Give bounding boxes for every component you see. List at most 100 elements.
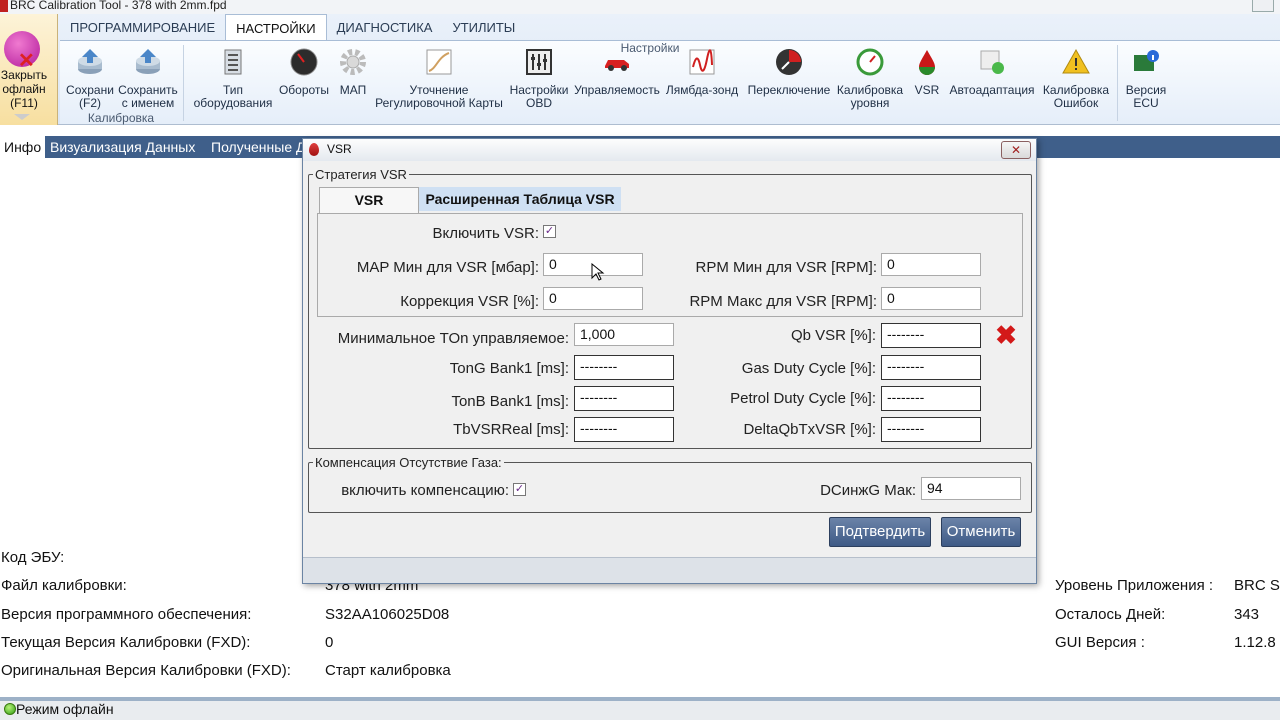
gui-version-value: 1.12.8 bbox=[1234, 634, 1276, 651]
obd-settings-button[interactable]: Настройки OBD bbox=[506, 47, 572, 110]
save-button-label: Сохрани (F2) bbox=[66, 83, 114, 110]
tab-info[interactable]: Инфо bbox=[0, 136, 46, 158]
current-fxd-value: 0 bbox=[325, 634, 334, 651]
gas-duty-readout: -------- bbox=[881, 355, 981, 380]
equipment-type-button[interactable]: Тип оборудования bbox=[190, 47, 276, 110]
ribbon-tabs: ПРОГРАММИРОВАНИЕ НАСТРОЙКИ ДИАГНОСТИКА У… bbox=[60, 14, 525, 40]
group-label-settings: Настройки bbox=[620, 41, 680, 55]
enable-vsr-checkbox[interactable]: ✓ bbox=[543, 225, 556, 238]
vsr-correction-label: Коррекция VSR [%]: bbox=[400, 293, 539, 310]
tbvsr-real-readout: -------- bbox=[574, 417, 674, 442]
original-fxd-value: Старт калибровка bbox=[325, 662, 451, 679]
save-as-button[interactable]: Сохранить с именем bbox=[116, 47, 180, 110]
enable-vsr-label: Включить VSR: bbox=[432, 225, 539, 242]
min-ton-input[interactable]: 1,000 bbox=[574, 323, 674, 346]
maximize-button[interactable] bbox=[1252, 0, 1274, 12]
rpm-max-label: RPM Макс для VSR [RPM]: bbox=[689, 293, 877, 310]
gas-compensation-legend: Компенсация Отсутствие Газа: bbox=[315, 455, 502, 470]
autoadaptation-label: Автоадаптация bbox=[949, 83, 1035, 97]
app-level-value: BRC S bbox=[1234, 577, 1280, 594]
equipment-type-label: Тип оборудования bbox=[193, 83, 273, 110]
tab-settings[interactable]: НАСТРОЙКИ bbox=[225, 14, 327, 40]
petrol-duty-label: Petrol Duty Cycle [%]: bbox=[730, 390, 876, 407]
cancel-button[interactable]: Отменить bbox=[941, 517, 1021, 547]
window-title: BRC Calibration Tool - 378 with 2mm.fpd bbox=[10, 0, 227, 12]
save-icon bbox=[78, 49, 102, 74]
app-level-label: Уровень Приложения : bbox=[1055, 577, 1214, 594]
ribbon: ПРОГРАММИРОВАНИЕ НАСТРОЙКИ ДИАГНОСТИКА У… bbox=[0, 14, 1280, 125]
rpm-max-input[interactable]: 0 bbox=[881, 287, 981, 310]
map-refinement-label: Уточнение Регулировочной Карты bbox=[375, 83, 503, 110]
map-label: МАП bbox=[339, 83, 367, 97]
confirm-button[interactable]: Подтвердить bbox=[829, 517, 931, 547]
error-calibration-label: Калибровка Ошибок bbox=[1042, 83, 1110, 110]
map-min-label: MAP Мин для VSR [мбар]: bbox=[356, 259, 539, 276]
gas-duty-label: Gas Duty Cycle [%]: bbox=[741, 360, 876, 377]
rpm-min-input[interactable]: 0 bbox=[881, 253, 981, 276]
lambda-label: Лямбда-зонд bbox=[665, 83, 739, 97]
vsr-label: VSR bbox=[914, 83, 940, 97]
title-bar: BRC Calibration Tool - 378 with 2mm.fpd bbox=[0, 0, 1280, 14]
ecu-version-label: Версия ECU bbox=[1125, 83, 1167, 110]
switching-label: Переключение bbox=[747, 83, 831, 97]
enable-compensation-checkbox[interactable]: ✓ bbox=[513, 483, 526, 496]
status-mode: Режим офлайн bbox=[16, 701, 114, 717]
close-offline-button[interactable]: ✕ Закрыть офлайн (F11) bbox=[0, 14, 58, 125]
fuel-drop-icon bbox=[309, 143, 319, 156]
save-button[interactable]: Сохрани (F2) bbox=[62, 47, 118, 110]
days-left-label: Осталось Дней: bbox=[1055, 606, 1166, 623]
tab-data-visualization[interactable]: Визуализация Данных bbox=[50, 136, 195, 158]
enable-compensation-label: включить компенсацию: bbox=[341, 482, 509, 499]
sw-version-value: S32AA106025D08 bbox=[325, 606, 450, 623]
ecu-info-icon bbox=[1134, 50, 1159, 71]
save-as-button-label: Сохранить с именем bbox=[118, 83, 178, 110]
tonb-bank1-label: TonB Bank1 [ms]: bbox=[451, 393, 569, 410]
delta-qb-label: DeltaQbTxVSR [%]: bbox=[743, 421, 876, 438]
close-offline-label: Закрыть офлайн (F11) bbox=[0, 68, 48, 110]
tong-bank1-label: TonG Bank1 [ms]: bbox=[449, 360, 569, 377]
min-ton-label: Минимальное TOn управляемое: bbox=[337, 330, 569, 347]
dialog-status-strip bbox=[303, 557, 1036, 583]
clear-red-x-icon[interactable]: ✖ bbox=[993, 322, 1019, 348]
vsr-strategy-legend: Стратегия VSR bbox=[315, 167, 407, 182]
tab-utilities[interactable]: УТИЛИТЫ bbox=[442, 14, 525, 40]
group-label-calibration: Калибровка bbox=[87, 111, 155, 125]
level-calibration-button[interactable]: Калибровка уровня bbox=[834, 47, 906, 110]
dialog-close-button[interactable]: ✕ bbox=[1001, 141, 1031, 159]
mouse-cursor-icon bbox=[591, 263, 605, 281]
qb-vsr-readout: -------- bbox=[881, 323, 981, 348]
original-fxd-label: Оригинальная Версия Калибровки (FXD): bbox=[1, 662, 291, 679]
vsr-dialog: VSR ✕ Стратегия VSR VSR Расширенная Табл… bbox=[302, 138, 1037, 584]
days-left-value: 343 bbox=[1234, 606, 1260, 623]
level-calibration-label: Калибровка уровня bbox=[836, 83, 904, 110]
tab-vsr-extended-table[interactable]: Расширенная Таблица VSR bbox=[419, 187, 621, 211]
dcinzg-max-label: DCинжG Мак: bbox=[820, 482, 916, 499]
gui-version-label: GUI Версия : bbox=[1055, 634, 1145, 651]
sw-version-label: Версия программного обеспечения: bbox=[1, 606, 252, 623]
dialog-title: VSR bbox=[327, 142, 352, 156]
chevron-down-icon[interactable] bbox=[14, 114, 30, 120]
error-calibration-button[interactable]: Калибровка Ошибок bbox=[1036, 47, 1116, 110]
map-refinement-button[interactable]: Уточнение Регулировочной Карты bbox=[374, 47, 504, 110]
group-separator bbox=[183, 45, 184, 121]
tab-received-data[interactable]: Полученные Д bbox=[211, 136, 305, 158]
dialog-title-bar[interactable]: VSR ✕ bbox=[303, 139, 1036, 161]
driveability-label: Управляемость bbox=[574, 83, 660, 97]
tab-programming[interactable]: ПРОГРАММИРОВАНИЕ bbox=[60, 14, 225, 40]
ecu-version-button[interactable]: Версия ECU bbox=[1118, 47, 1174, 110]
delta-qb-readout: -------- bbox=[881, 417, 981, 442]
tab-vsr[interactable]: VSR bbox=[319, 187, 419, 213]
status-bar: Режим офлайн bbox=[0, 697, 1280, 720]
calib-file-label: Файл калибровки: bbox=[1, 577, 127, 594]
obd-settings-label: Настройки OBD bbox=[509, 83, 569, 110]
tonb-bank1-readout: -------- bbox=[574, 386, 674, 411]
qb-vsr-label: Qb VSR [%]: bbox=[790, 327, 876, 344]
rpm-label: Обороты bbox=[278, 83, 330, 97]
current-fxd-label: Текущая Версия Калибровки (FXD): bbox=[1, 634, 251, 651]
tbvsr-real-label: TbVSRReal [ms]: bbox=[453, 421, 569, 438]
tab-diagnostics[interactable]: ДИАГНОСТИКА bbox=[327, 14, 443, 40]
dcinzg-max-input[interactable]: 94 bbox=[921, 477, 1021, 500]
rpm-min-label: RPM Мин для VSR [RPM]: bbox=[695, 259, 877, 276]
vsr-correction-input[interactable]: 0 bbox=[543, 287, 643, 310]
petrol-duty-readout: -------- bbox=[881, 386, 981, 411]
